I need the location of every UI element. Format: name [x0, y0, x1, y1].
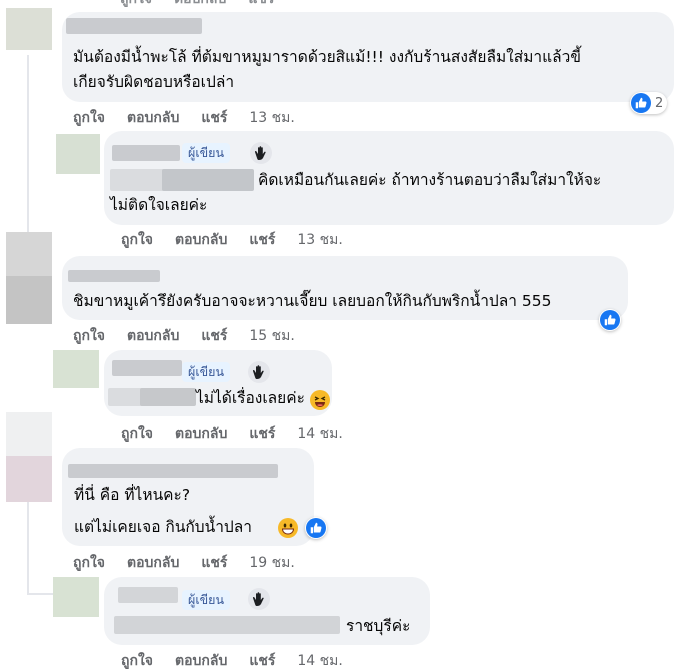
author-badge: ผู้เขียน [182, 143, 231, 163]
comment-text-line: แต่ไม่เคยเจอ กินกับน้ำปลา [74, 518, 252, 536]
like-button[interactable]: ถูกใจ [121, 653, 153, 669]
share-button[interactable]: แชร์ [201, 555, 227, 571]
comment-actions: ถูกใจ ตอบกลับ แชร์ 13 ชม. [121, 229, 365, 251]
comment-bubble: มันต้องมีน้ำพะโล้ ที่ต้มขาหมูมาราดด้วยสิ… [62, 12, 674, 102]
avatar[interactable] [6, 8, 52, 50]
timestamp[interactable]: 13 ชม. [249, 110, 294, 126]
avatar[interactable] [6, 232, 52, 324]
reply-button[interactable]: ตอบกลับ [175, 653, 227, 669]
reply-button[interactable]: ตอบกลับ [175, 232, 227, 248]
commenter-name-redacted[interactable] [68, 464, 278, 478]
avatar[interactable] [56, 134, 100, 174]
share-button[interactable]: แชร์ [249, 653, 275, 669]
comment-bubble: ชิมขาหมูเค้ารึยังครับอาจจะหวานเจี๊ยบ เลย… [62, 256, 628, 320]
wave-hand-icon [248, 361, 270, 383]
like-button[interactable]: ถูกใจ [121, 232, 153, 248]
timestamp[interactable]: 19 ชม. [249, 555, 294, 571]
author-badge: ผู้เขียน [182, 362, 231, 382]
share-button[interactable]: แชร์ [249, 426, 275, 442]
like-icon [306, 518, 326, 538]
grinning-emoji-icon [278, 518, 298, 538]
reaction-summary[interactable] [305, 517, 327, 539]
reply-bubble: ผู้เขียน ไม่ได้เรื่องเลยค่ะ [104, 350, 332, 416]
comment-actions-top-clipped: ถูกใจตอบกลับแชร์ [120, 0, 296, 10]
redacted-mention [140, 388, 196, 406]
timestamp[interactable]: 13 ชม. [297, 232, 342, 248]
like-button[interactable]: ถูกใจ [73, 110, 105, 126]
share-button[interactable]: แชร์ [201, 110, 227, 126]
comment-text-line: เกียจรับผิดชอบหรือเปล่า [73, 73, 235, 91]
commenter-name-redacted[interactable] [112, 360, 182, 376]
reaction-summary[interactable] [599, 309, 621, 331]
comment-bubble: ที่นี่ คือ ที่ไหนคะ? แต่ไม่เคยเจอ กินกับ… [62, 448, 314, 546]
comment-text-line: คิดเหมือนกันเลยค่ะ ถ้าทางร้านตอบว่าลืมใส… [258, 171, 602, 189]
reaction-count: 2 [655, 95, 664, 111]
comment-text-line: ชิมขาหมูเค้ารึยังครับอาจจะหวานเจี๊ยบ เลย… [73, 292, 552, 310]
comment-text-line: ไม่ได้เรื่องเลยค่ะ [196, 389, 305, 407]
commenter-name-redacted[interactable] [118, 587, 178, 603]
like-icon [631, 93, 651, 113]
timestamp[interactable]: 14 ชม. [297, 653, 342, 669]
reply-button[interactable]: ตอบกลับ [127, 328, 179, 344]
commenter-name-redacted[interactable] [112, 145, 180, 161]
like-button[interactable]: ถูกใจ [73, 328, 105, 344]
like-button[interactable]: ถูกใจ [73, 555, 105, 571]
like-button[interactable]: ถูกใจ [121, 426, 153, 442]
avatar[interactable] [53, 577, 99, 617]
comment-text-line: ที่นี่ คือ ที่ไหนคะ? [74, 486, 191, 504]
reply-button[interactable]: ตอบกลับ [127, 110, 179, 126]
like-icon [600, 310, 620, 330]
author-badge: ผู้เขียน [182, 590, 231, 610]
timestamp[interactable]: 14 ชม. [297, 426, 342, 442]
commenter-name-redacted[interactable] [68, 270, 160, 282]
share-button[interactable]: แชร์ [249, 232, 275, 248]
share-button[interactable]: แชร์ [201, 328, 227, 344]
comment-text-line: ราชบุรีค่ะ [346, 617, 411, 635]
commenter-name-redacted[interactable] [66, 18, 202, 34]
wave-hand-icon [248, 588, 270, 610]
reply-bubble: ผู้เขียน คิดเหมือนกันเลยค่ะ ถ้าทางร้านตอ… [104, 131, 674, 225]
comment-actions: ถูกใจ ตอบกลับ แชร์ 14 ชม. [121, 423, 365, 445]
wave-hand-icon [250, 142, 272, 164]
laughing-emoji-icon [310, 390, 330, 410]
reaction-summary[interactable]: 2 [630, 92, 668, 114]
redacted-mention [114, 616, 340, 634]
comment-actions: ถูกใจ ตอบกลับ แชร์ 19 ชม. [73, 552, 317, 574]
comment-text-line: มันต้องมีน้ำพะโล้ ที่ต้มขาหมูมาราดด้วยสิ… [73, 48, 581, 66]
avatar[interactable] [53, 350, 99, 388]
avatar[interactable] [6, 412, 52, 502]
reply-button[interactable]: ตอบกลับ [175, 426, 227, 442]
comment-text-line: ไม่ติดใจเลยค่ะ [110, 196, 208, 214]
reply-button[interactable]: ตอบกลับ [127, 555, 179, 571]
comment-actions: ถูกใจ ตอบกลับ แชร์ 13 ชม. [73, 107, 317, 129]
reply-bubble: ผู้เขียน ราชบุรีค่ะ [104, 577, 430, 645]
comment-actions: ถูกใจ ตอบกลับ แชร์ 15 ชม. [73, 325, 317, 347]
thread-line [27, 55, 29, 235]
timestamp[interactable]: 15 ชม. [249, 328, 294, 344]
redacted-mention [162, 169, 254, 191]
thread-connector [27, 593, 55, 595]
comment-actions: ถูกใจ ตอบกลับ แชร์ 14 ชม. [121, 650, 365, 670]
